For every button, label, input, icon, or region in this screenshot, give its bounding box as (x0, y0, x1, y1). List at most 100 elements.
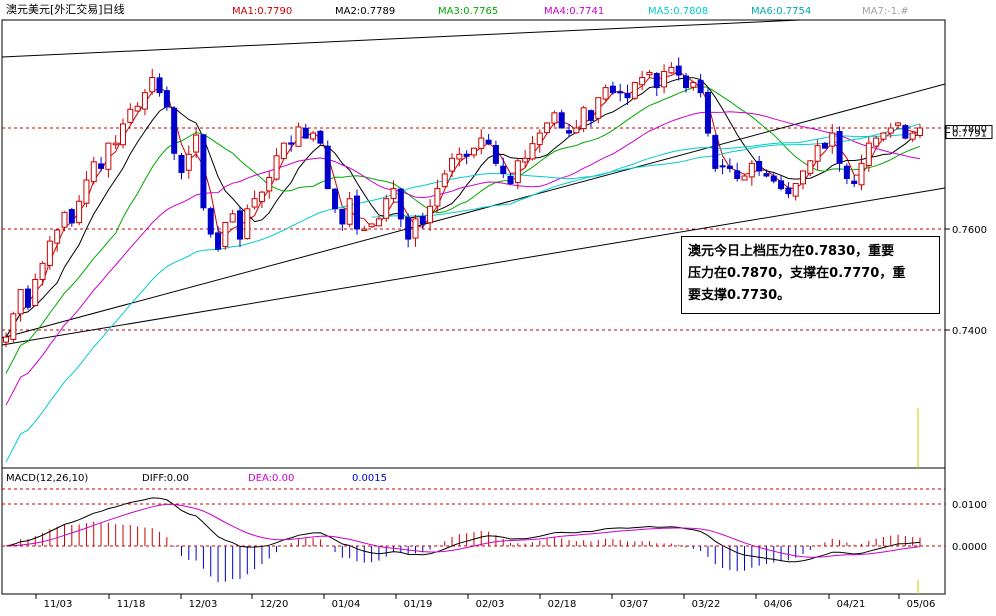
candle-body (61, 211, 68, 228)
candle-body (332, 188, 339, 210)
candle-body (449, 157, 456, 172)
candle-body (310, 132, 317, 140)
candle-body (295, 126, 302, 147)
legend-ma3: MA3:0.7765 (438, 6, 498, 17)
candle-body (383, 198, 390, 219)
candle-body (163, 90, 170, 108)
analysis-note: 澳元今日上档压力在0.7830，重要 压力在0.7870，支撑在0.7770，重… (681, 236, 940, 314)
candle-body (68, 209, 75, 224)
candle-body (485, 139, 492, 145)
candle-body (873, 137, 880, 147)
candle-body (375, 218, 382, 227)
candle-body (683, 75, 690, 89)
candle-body (858, 162, 865, 186)
candle-body (478, 137, 485, 149)
x-tick-label: 11/18 (117, 599, 146, 610)
candle-body (24, 288, 31, 308)
candle-body (119, 123, 126, 146)
candle-body (39, 262, 46, 281)
chart-title: 澳元美元[外汇交易]日线 (6, 2, 125, 16)
candle-body (258, 191, 265, 203)
candle-body (887, 127, 894, 134)
forex-chart: 澳元美元[外汇交易]日线 MA1:0.7790 MA2:0.7789 MA3:0.7… (0, 0, 996, 612)
legend-ma5: MA5:0.7808 (648, 6, 708, 17)
candle-body (207, 208, 214, 235)
candle-body (719, 165, 726, 168)
macd-y-tick-label: 0.0000 (952, 542, 987, 553)
candle-body (558, 112, 565, 129)
macd-dea: DEA:0.00 (248, 473, 294, 484)
candle-body (434, 188, 441, 207)
x-tick-label: 04/06 (764, 599, 793, 610)
candle-body (821, 142, 828, 149)
x-tick-label: 04/21 (837, 599, 866, 610)
candle-body (843, 165, 850, 179)
candle-body (800, 170, 807, 185)
candle-body (631, 82, 638, 99)
candle-body (829, 132, 836, 147)
candle-body (156, 77, 163, 94)
candle-body (836, 131, 843, 164)
candle-body (390, 188, 397, 199)
x-tick-label: 11/03 (44, 599, 73, 610)
candle-body (32, 279, 39, 307)
candle-body (551, 112, 558, 124)
legend-ma2: MA2:0.7789 (335, 6, 395, 17)
candle-body (236, 210, 243, 240)
legend-ma7: MA7:-1.# (862, 6, 909, 17)
candle-body (500, 165, 507, 174)
candle-body (661, 70, 668, 88)
candle-body (317, 130, 324, 144)
candle-body (668, 66, 675, 74)
candle-body (368, 223, 375, 228)
candle-body (807, 160, 814, 174)
candle-body (712, 135, 719, 169)
candle-body (324, 145, 331, 190)
y-tick-label: 0.7800 (952, 124, 987, 135)
candle-body (361, 228, 368, 231)
candle-body (200, 134, 207, 209)
candle-body (83, 179, 90, 204)
candle-body (763, 173, 770, 177)
candle-body (624, 92, 631, 99)
candle-body (280, 142, 287, 160)
candle-body (397, 188, 404, 220)
candle-body (675, 65, 682, 76)
candle-body (785, 187, 792, 195)
x-tick-label: 03/07 (620, 599, 649, 610)
candle-body (171, 107, 178, 154)
candle-body (229, 213, 236, 223)
candle-body (353, 195, 360, 230)
candle-body (215, 232, 222, 250)
candle-body (3, 336, 9, 343)
candle-body (405, 217, 412, 240)
candle-body (536, 132, 543, 146)
candle-body (544, 122, 551, 134)
candle-body (756, 160, 763, 172)
analysis-line: 澳元今日上档压力在0.7830，重要 (688, 244, 895, 259)
candle-body (573, 127, 580, 134)
candle-body (273, 155, 280, 180)
candle-body (566, 130, 573, 134)
x-tick-label: 12/20 (260, 599, 289, 610)
candle-body (851, 180, 858, 185)
candle-body (792, 183, 799, 197)
candle-body (346, 198, 353, 225)
candle-body (690, 82, 697, 88)
macd-y-tick-label: 0.0100 (952, 500, 987, 511)
candle-body (726, 165, 733, 169)
candle-body (456, 153, 463, 160)
candle-body (149, 77, 156, 93)
analysis-line: 压力在0.7870，支撑在0.7770，重 (688, 266, 906, 281)
candle-body (770, 175, 777, 182)
candle-body (522, 157, 529, 163)
candle-body (98, 163, 105, 169)
candle-body (441, 173, 448, 188)
candle-body (902, 124, 909, 139)
x-tick-label: 12/03 (189, 599, 218, 610)
candle-body (112, 142, 119, 146)
x-tick-label: 02/03 (476, 599, 505, 610)
candle-body (178, 154, 185, 173)
candle-body (419, 216, 426, 225)
candle-body (880, 132, 887, 140)
